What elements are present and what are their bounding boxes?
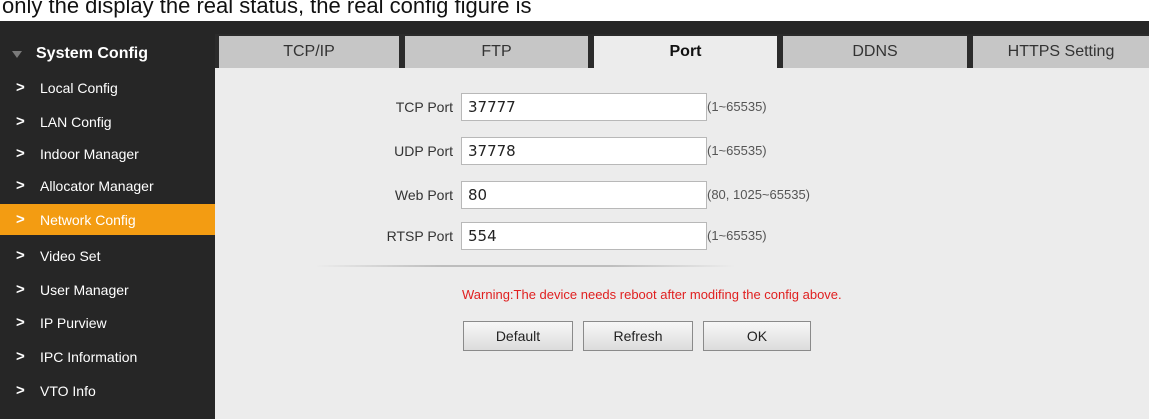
tab-https-setting[interactable]: HTTPS Setting (973, 36, 1149, 68)
sidebar-item-ip-purview[interactable]: > IP Purview (0, 307, 215, 338)
udp-port-input[interactable]: 37778 (461, 137, 707, 165)
chevron-right-icon: > (16, 79, 25, 96)
rtsp-port-label: RTSP Port (386, 228, 453, 244)
web-port-input[interactable]: 80 (461, 181, 707, 209)
chevron-right-icon: > (16, 113, 25, 130)
main-panel: TCP/IP FTP Port DDNS HTTPS Setting TCP P… (215, 34, 1149, 419)
sidebar-item-vto-info[interactable]: > VTO Info (0, 375, 215, 406)
chevron-right-icon: > (16, 314, 25, 331)
web-port-label: Web Port (394, 187, 453, 203)
sidebar-header[interactable]: System Config (0, 38, 215, 70)
rtsp-port-input[interactable]: 554 (461, 222, 707, 250)
sidebar-item-ipc-information[interactable]: > IPC Information (0, 341, 215, 372)
chevron-right-icon: > (16, 177, 25, 194)
tab-bar: TCP/IP FTP Port DDNS HTTPS Setting (215, 34, 1149, 68)
chevron-right-icon: > (16, 348, 25, 365)
ok-button[interactable]: OK (703, 321, 811, 351)
sidebar-item-label: IPC Information (40, 348, 138, 365)
top-band (0, 21, 1149, 34)
sidebar-item-label: Allocator Manager (40, 177, 154, 194)
chevron-right-icon: > (16, 247, 25, 264)
tab-tcp-ip[interactable]: TCP/IP (219, 36, 399, 68)
sidebar-item-label: VTO Info (40, 382, 96, 399)
tcp-port-input[interactable]: 37777 (461, 93, 707, 121)
sidebar-item-label: User Manager (40, 281, 129, 298)
sidebar-item-user-manager[interactable]: > User Manager (0, 274, 215, 305)
sidebar-item-network-config[interactable]: > Network Config (0, 204, 215, 235)
sidebar-item-indoor-manager[interactable]: > Indoor Manager (0, 138, 215, 169)
sidebar-item-video-set[interactable]: > Video Set (0, 240, 215, 271)
sidebar-item-label: Local Config (40, 79, 118, 96)
rtsp-port-range: (1~65535) (707, 228, 767, 243)
sidebar: System Config > Local Config > LAN Confi… (0, 34, 215, 419)
web-port-row: Web Port (332, 180, 453, 210)
chevron-right-icon: > (16, 145, 25, 162)
sidebar-item-label: Network Config (40, 211, 136, 228)
sidebar-item-label: Video Set (40, 247, 101, 264)
chevron-right-icon: > (16, 382, 25, 399)
page-caption: only the display the real status, the re… (2, 0, 532, 18)
tcp-port-label: TCP Port (395, 99, 453, 115)
chevron-right-icon: > (16, 281, 25, 298)
tab-port[interactable]: Port (594, 36, 777, 68)
sidebar-item-allocator-manager[interactable]: > Allocator Manager (0, 170, 215, 201)
section-divider (315, 265, 735, 267)
sidebar-item-lan-config[interactable]: > LAN Config (0, 106, 215, 137)
tab-ftp[interactable]: FTP (405, 36, 588, 68)
tcp-port-row: TCP Port (332, 92, 453, 122)
udp-port-row: UDP Port (332, 136, 453, 166)
sidebar-item-label: LAN Config (40, 113, 112, 130)
sidebar-item-label: IP Purview (40, 314, 107, 331)
sidebar-item-label: Indoor Manager (40, 145, 139, 162)
rtsp-port-row: RTSP Port (332, 221, 453, 251)
tab-ddns[interactable]: DDNS (783, 36, 967, 68)
udp-port-range: (1~65535) (707, 143, 767, 158)
tcp-port-range: (1~65535) (707, 99, 767, 114)
collapse-triangle-icon (12, 50, 22, 58)
udp-port-label: UDP Port (394, 143, 453, 159)
warning-message: Warning:The device needs reboot after mo… (462, 287, 842, 302)
default-button[interactable]: Default (463, 321, 573, 351)
refresh-button[interactable]: Refresh (583, 321, 693, 351)
sidebar-title: System Config (36, 45, 149, 62)
web-port-range: (80, 1025~65535) (707, 187, 811, 202)
chevron-right-icon: > (16, 211, 25, 228)
sidebar-item-local-config[interactable]: > Local Config (0, 72, 215, 103)
